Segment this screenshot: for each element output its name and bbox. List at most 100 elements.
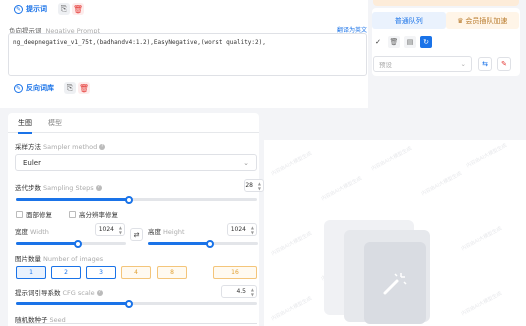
- chevron-down-icon: ⌄: [460, 60, 466, 68]
- stepper-icon[interactable]: ▲ ▼: [251, 287, 254, 297]
- library-icon: ✎: [14, 83, 23, 93]
- watermark: 内容由AI大模型生成: [420, 170, 463, 198]
- width-value: 1024: [98, 226, 114, 233]
- cfg-label: 提示词引导系数 CFG scale?: [15, 287, 103, 297]
- sampler-select[interactable]: Euler ⌄: [15, 154, 257, 171]
- watermark: 内容由AI大模型生成: [270, 295, 313, 323]
- sampler-label: 采样方法 Sampler method?: [15, 141, 106, 151]
- watermark: 内容由AI大模型生成: [370, 145, 413, 173]
- batch-option-8[interactable]: 8: [157, 266, 187, 279]
- steps-value: 28: [245, 182, 253, 189]
- watermark: 内容由AI大模型生成: [460, 225, 503, 253]
- cfg-label-cn: 提示词引导系数: [15, 289, 61, 297]
- copy-icon[interactable]: ⎘: [64, 82, 76, 94]
- negative-prompt-input[interactable]: ng_deepnegative_v1_75t,(badhandv4:1.2),E…: [8, 33, 367, 76]
- cfg-label-en: CFG scale: [62, 289, 95, 297]
- batch-label-cn: 图片数量: [15, 255, 41, 263]
- watermark: 内容由AI大模型生成: [460, 290, 503, 318]
- batch-option-4[interactable]: 4: [121, 266, 151, 279]
- sampler-label-cn: 采样方法: [15, 143, 41, 151]
- height-input[interactable]: 1024 ▲ ▼: [227, 223, 257, 236]
- crown-icon: ♛: [457, 16, 464, 25]
- watermark: 内容由AI大模型生成: [465, 142, 508, 170]
- height-label: 高度 Height: [148, 226, 185, 236]
- positive-prompt-chip-label: 提示词: [26, 5, 47, 13]
- vip-queue-label: 会员插队加速: [465, 16, 508, 25]
- face-restore-checkbox[interactable]: 面部修复: [16, 209, 52, 219]
- width-slider-knob[interactable]: [73, 239, 82, 248]
- hires-fix-checkbox[interactable]: 高分辨率修复: [69, 209, 118, 219]
- reverse-library-chip[interactable]: ✎ 反向词库: [14, 83, 54, 93]
- magic-wand-icon: [383, 273, 407, 295]
- trash-icon[interactable]: 🗑: [78, 82, 90, 94]
- batch-option-1[interactable]: 1: [16, 266, 46, 279]
- checkbox-box[interactable]: [16, 210, 23, 218]
- batch-label-en: Number of images: [43, 255, 104, 263]
- checkbox-box[interactable]: [69, 210, 76, 218]
- batch-option-3[interactable]: 3: [86, 266, 116, 279]
- steps-slider-knob[interactable]: [125, 195, 134, 204]
- height-label-cn: 高度: [148, 228, 161, 236]
- cfg-slider-fill: [16, 302, 130, 305]
- placeholder-card-front: [364, 242, 426, 324]
- width-label-en: Width: [30, 228, 49, 236]
- watermark: 内容由AI大模型生成: [270, 230, 313, 258]
- batch-option-2[interactable]: 2: [51, 266, 81, 279]
- face-restore-label: 面部修复: [26, 211, 52, 219]
- height-label-en: Height: [163, 228, 185, 236]
- steps-label-en: Sampling Steps: [43, 184, 94, 192]
- document-icon[interactable]: ▤: [404, 36, 416, 48]
- normal-queue-tab[interactable]: 普通队列: [372, 12, 446, 29]
- queue-tabs: 普通队列 ♛ 会员插队加速: [372, 12, 519, 29]
- preset-select-value: 预设: [379, 61, 392, 69]
- cfg-value: 4.5: [236, 288, 246, 295]
- generate-button-edge[interactable]: [373, 0, 519, 6]
- height-slider[interactable]: [148, 239, 258, 248]
- copy-icon[interactable]: ⎘: [58, 3, 70, 15]
- width-slider-fill: [16, 242, 78, 245]
- sampler-label-en: Sampler method: [43, 143, 98, 151]
- preset-select[interactable]: 预设 ⌄: [373, 56, 472, 72]
- trash-icon[interactable]: 🗑: [72, 3, 84, 15]
- steps-label: 迭代步数 Sampling Steps?: [15, 182, 102, 192]
- positive-prompt-chip[interactable]: ✎ 提示词: [14, 4, 47, 14]
- steps-label-cn: 迭代步数: [15, 184, 41, 192]
- help-icon[interactable]: ?: [96, 290, 103, 296]
- cfg-slider-knob[interactable]: [125, 299, 134, 308]
- height-value: 1024: [230, 226, 246, 233]
- cfg-slider[interactable]: [16, 299, 257, 308]
- reverse-library-label: 反向词库: [26, 84, 54, 92]
- cfg-input[interactable]: 4.5 ▲ ▼: [221, 285, 257, 298]
- preset-toolbar: ✓ 🗑 ▤ ↻: [372, 36, 432, 48]
- preview-area: 内容由AI大模型生成 内容由AI大模型生成 内容由AI大模型生成 内容由AI大模…: [264, 140, 526, 326]
- stepper-icon[interactable]: ▲ ▼: [251, 225, 254, 235]
- stepper-icon[interactable]: ▲ ▼: [258, 181, 261, 191]
- watermark: 内容由AI大模型生成: [270, 150, 313, 178]
- steps-slider[interactable]: [16, 195, 257, 204]
- edit-icon[interactable]: ✎: [497, 57, 511, 71]
- height-slider-knob[interactable]: [205, 239, 214, 248]
- hires-fix-label: 高分辨率修复: [79, 211, 118, 219]
- batch-option-16[interactable]: 16: [213, 266, 257, 279]
- stepper-icon[interactable]: ▲ ▼: [119, 225, 122, 235]
- prompt-icon: ✎: [14, 4, 23, 14]
- trash-icon[interactable]: 🗑: [388, 36, 400, 48]
- batch-label: 图片数量 Number of images: [15, 253, 103, 263]
- refresh-icon[interactable]: ↻: [420, 36, 432, 48]
- watermark: 内容由AI大模型生成: [320, 175, 363, 203]
- swap-sort-icon[interactable]: ⇆: [478, 57, 492, 71]
- help-icon[interactable]: ?: [99, 144, 106, 150]
- width-label: 宽度 Width: [15, 226, 49, 236]
- swap-dimensions-icon[interactable]: ⇄: [130, 228, 143, 241]
- width-label-cn: 宽度: [15, 228, 28, 236]
- steps-input[interactable]: 28 ▲ ▼: [244, 179, 264, 192]
- chevron-down-icon: ⌄: [243, 158, 249, 167]
- width-input[interactable]: 1024 ▲ ▼: [95, 223, 125, 236]
- steps-slider-fill: [16, 198, 130, 201]
- height-slider-fill: [148, 242, 210, 245]
- help-icon[interactable]: ?: [95, 185, 102, 191]
- vip-queue-tab[interactable]: ♛ 会员插队加速: [445, 12, 519, 29]
- sampler-value: Euler: [23, 158, 41, 167]
- width-slider[interactable]: [16, 239, 126, 248]
- check-icon[interactable]: ✓: [372, 36, 384, 48]
